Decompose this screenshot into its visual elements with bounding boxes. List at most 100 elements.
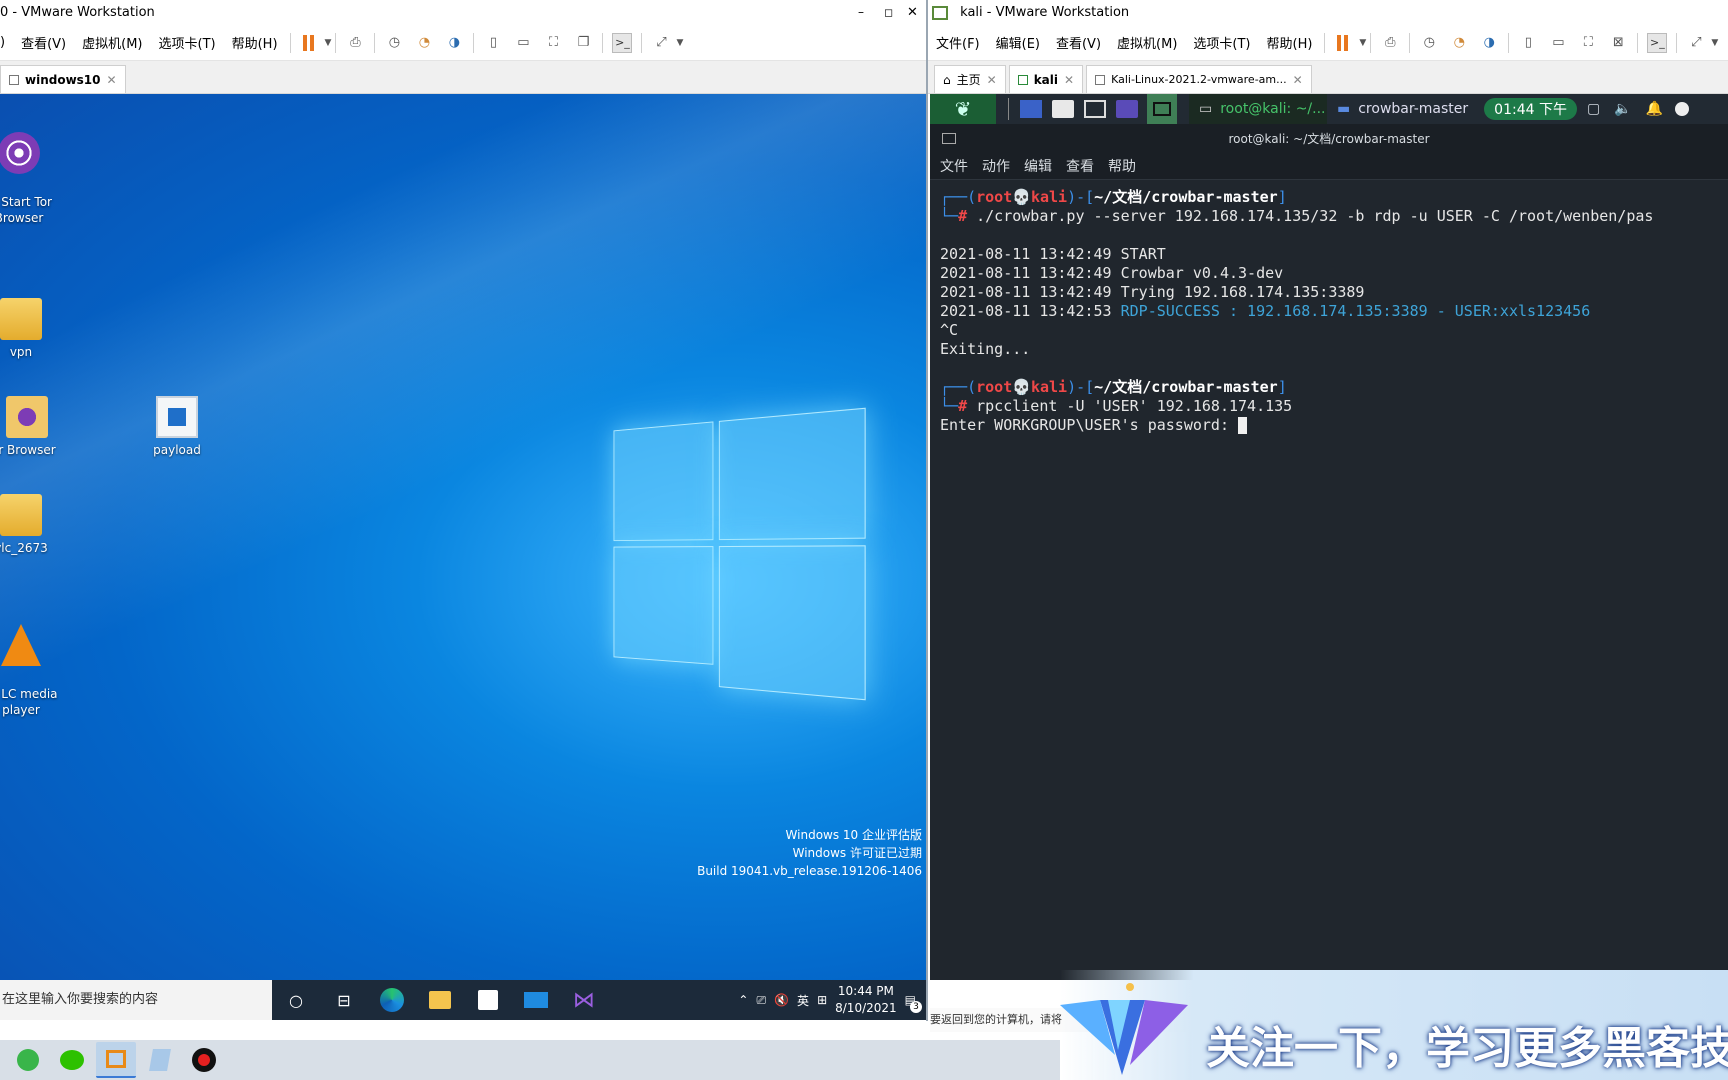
snapshot-manager-icon[interactable]: ◑ [444,33,464,53]
console-view-icon[interactable]: >_ [612,32,633,53]
send-keys-icon[interactable]: ⎙ [345,33,365,53]
menu-view[interactable]: 查看(V) [1048,33,1109,52]
desktop-icon-vpn[interactable]: vpn [0,298,56,360]
volume-muted-icon[interactable]: 🔇 [774,993,789,1007]
desktop-icon-tor[interactable]: Start Tor Browser [0,100,54,242]
screen-recorder-icon[interactable] [184,1042,224,1078]
mail-icon[interactable] [512,980,560,1020]
task-view-icon[interactable]: ⊟ [320,980,368,1020]
ime-indicator[interactable]: 英 [797,992,809,1009]
wechat-icon[interactable] [52,1042,92,1078]
term-menu-file[interactable]: 文件 [940,154,968,179]
menu-vm[interactable]: 虚拟机(M) [1109,33,1185,52]
chevron-down-icon[interactable]: ▼ [325,38,332,48]
separator [1637,32,1639,53]
tab-close-icon[interactable]: ✕ [987,73,997,87]
pause-icon[interactable] [1334,33,1354,53]
menu-tabs[interactable]: 选项卡(T) [151,33,224,52]
menu-edit[interactable]: 编辑(E) [988,33,1048,52]
menu-tabs[interactable]: 选项卡(T) [1185,33,1258,52]
right-window-title: kali - VMware Workstation [960,5,1130,20]
windows-logo [613,407,866,701]
active-workspace-icon[interactable] [1147,94,1177,124]
desktop-icon-tor-browser[interactable]: r Browser [0,396,62,458]
browser-icon[interactable] [1116,100,1138,118]
snapshot-icon[interactable]: ◷ [384,33,404,53]
desktop-icon-payload[interactable]: payload [142,396,212,458]
tab-kali[interactable]: kali ✕ [1008,65,1084,93]
tab-close-icon[interactable]: ✕ [1293,73,1303,87]
term-menu-view[interactable]: 查看 [1066,154,1094,179]
kali-menu-dragon-icon[interactable]: ❦ [930,94,996,124]
tab-home[interactable]: ⌂ 主页 ✕ [934,65,1006,93]
menu-view[interactable]: 查看(V) [13,33,74,52]
store-icon[interactable] [464,980,512,1020]
file-manager-icon[interactable] [1052,100,1074,118]
fullscreen-icon[interactable]: ⛶ [543,33,563,53]
tab-close-icon[interactable]: ✕ [1064,73,1074,87]
tab-close-icon[interactable]: ✕ [107,73,117,87]
menu-help[interactable]: 帮助(H) [224,33,286,52]
snapshot-icon[interactable]: ◷ [1419,33,1439,53]
desktop-icon-vlc[interactable]: LC media player [0,592,58,734]
icon-label: vpn [9,345,33,359]
task-terminal[interactable]: ▭ root@kali: ~/... [1189,94,1327,124]
taskbar-search-box[interactable]: 在这里输入你要搜索的内容 [0,980,272,1020]
revert-snapshot-icon[interactable]: ◔ [414,33,434,53]
task-folder[interactable]: ▬ crowbar-master [1327,94,1478,124]
ime-grid-icon[interactable]: ⊞ [817,993,827,1007]
tab-kali-iso[interactable]: Kali-Linux-2021.2-vmware-am... ✕ [1086,65,1312,93]
fullscreen-icon[interactable]: ⛶ [1578,33,1598,53]
screen-icon[interactable]: ▢ [1587,101,1600,117]
console-view-icon[interactable]: >_ [1647,32,1668,53]
cortana-icon[interactable]: ○ [272,980,320,1020]
terminal-output[interactable]: ┌──(root💀kali)-[~/文档/crowbar-master] └─# … [930,180,1728,443]
notepad-icon[interactable] [140,1042,180,1078]
snapshot-manager-icon[interactable]: ◑ [1479,33,1499,53]
notification-center-icon[interactable]: ▤ 3 [905,993,922,1013]
workspace-icon[interactable] [1020,100,1042,118]
network-icon[interactable]: ⎚ [756,993,766,1008]
vmware-taskbar-icon[interactable] [96,1042,136,1078]
thumbnail-icon[interactable]: ▭ [513,33,533,53]
visual-studio-icon[interactable]: ⋈ [560,980,608,1020]
terminal-launcher-icon[interactable] [1084,100,1106,118]
power-icon[interactable] [1675,102,1690,116]
desktop-icon-vlc-folder[interactable]: vlc_2673 [0,494,56,556]
minimize-icon[interactable]: – [858,0,864,25]
chevron-down-icon[interactable]: ▼ [1359,38,1366,48]
panel-clock[interactable]: 01:44 下午 [1484,98,1577,120]
revert-snapshot-icon[interactable]: ◔ [1449,33,1469,53]
chevron-down-icon[interactable]: ▼ [676,38,683,48]
menu-help[interactable]: 帮助(H) [1259,33,1321,52]
app-360-icon[interactable] [8,1042,48,1078]
taskbar-clock[interactable]: 10:44 PM 8/10/2021 [835,983,897,1017]
term-menu-actions[interactable]: 动作 [982,154,1010,179]
menu-file[interactable]: 文件(F) [928,33,988,52]
maximize-icon[interactable]: ◻ [884,0,893,25]
notifications-bell-icon[interactable]: 🔔 [1646,101,1663,117]
terminal-small-icon: ▭ [1199,101,1213,117]
stretch-icon[interactable]: ⤢ [1686,33,1706,53]
show-hidden-icons-icon[interactable]: ⌃ [738,993,748,1007]
file-explorer-icon[interactable] [416,980,464,1020]
unity-icon[interactable]: ❐ [573,33,593,53]
stretch-icon[interactable]: ⤢ [651,33,671,53]
sidebar-toggle-icon[interactable]: ▯ [1518,33,1538,53]
vm-icon [1017,74,1028,85]
sidebar-toggle-icon[interactable]: ▯ [483,33,503,53]
edge-icon[interactable] [368,980,416,1020]
menu-edit-partial[interactable]: ) [0,35,13,50]
separator [602,32,604,53]
volume-icon[interactable]: 🔈 [1614,101,1631,117]
term-menu-edit[interactable]: 编辑 [1024,154,1052,179]
send-keys-icon[interactable]: ⎙ [1380,33,1400,53]
menu-vm[interactable]: 虚拟机(M) [74,33,150,52]
tab-windows10[interactable]: windows10 ✕ [0,65,126,93]
unity-icon[interactable]: ⊠ [1608,33,1628,53]
close-icon[interactable]: ✕ [907,0,918,25]
chevron-down-icon[interactable]: ▼ [1711,38,1718,48]
thumbnail-icon[interactable]: ▭ [1548,33,1568,53]
term-menu-help[interactable]: 帮助 [1108,154,1136,179]
pause-icon[interactable] [300,33,320,53]
